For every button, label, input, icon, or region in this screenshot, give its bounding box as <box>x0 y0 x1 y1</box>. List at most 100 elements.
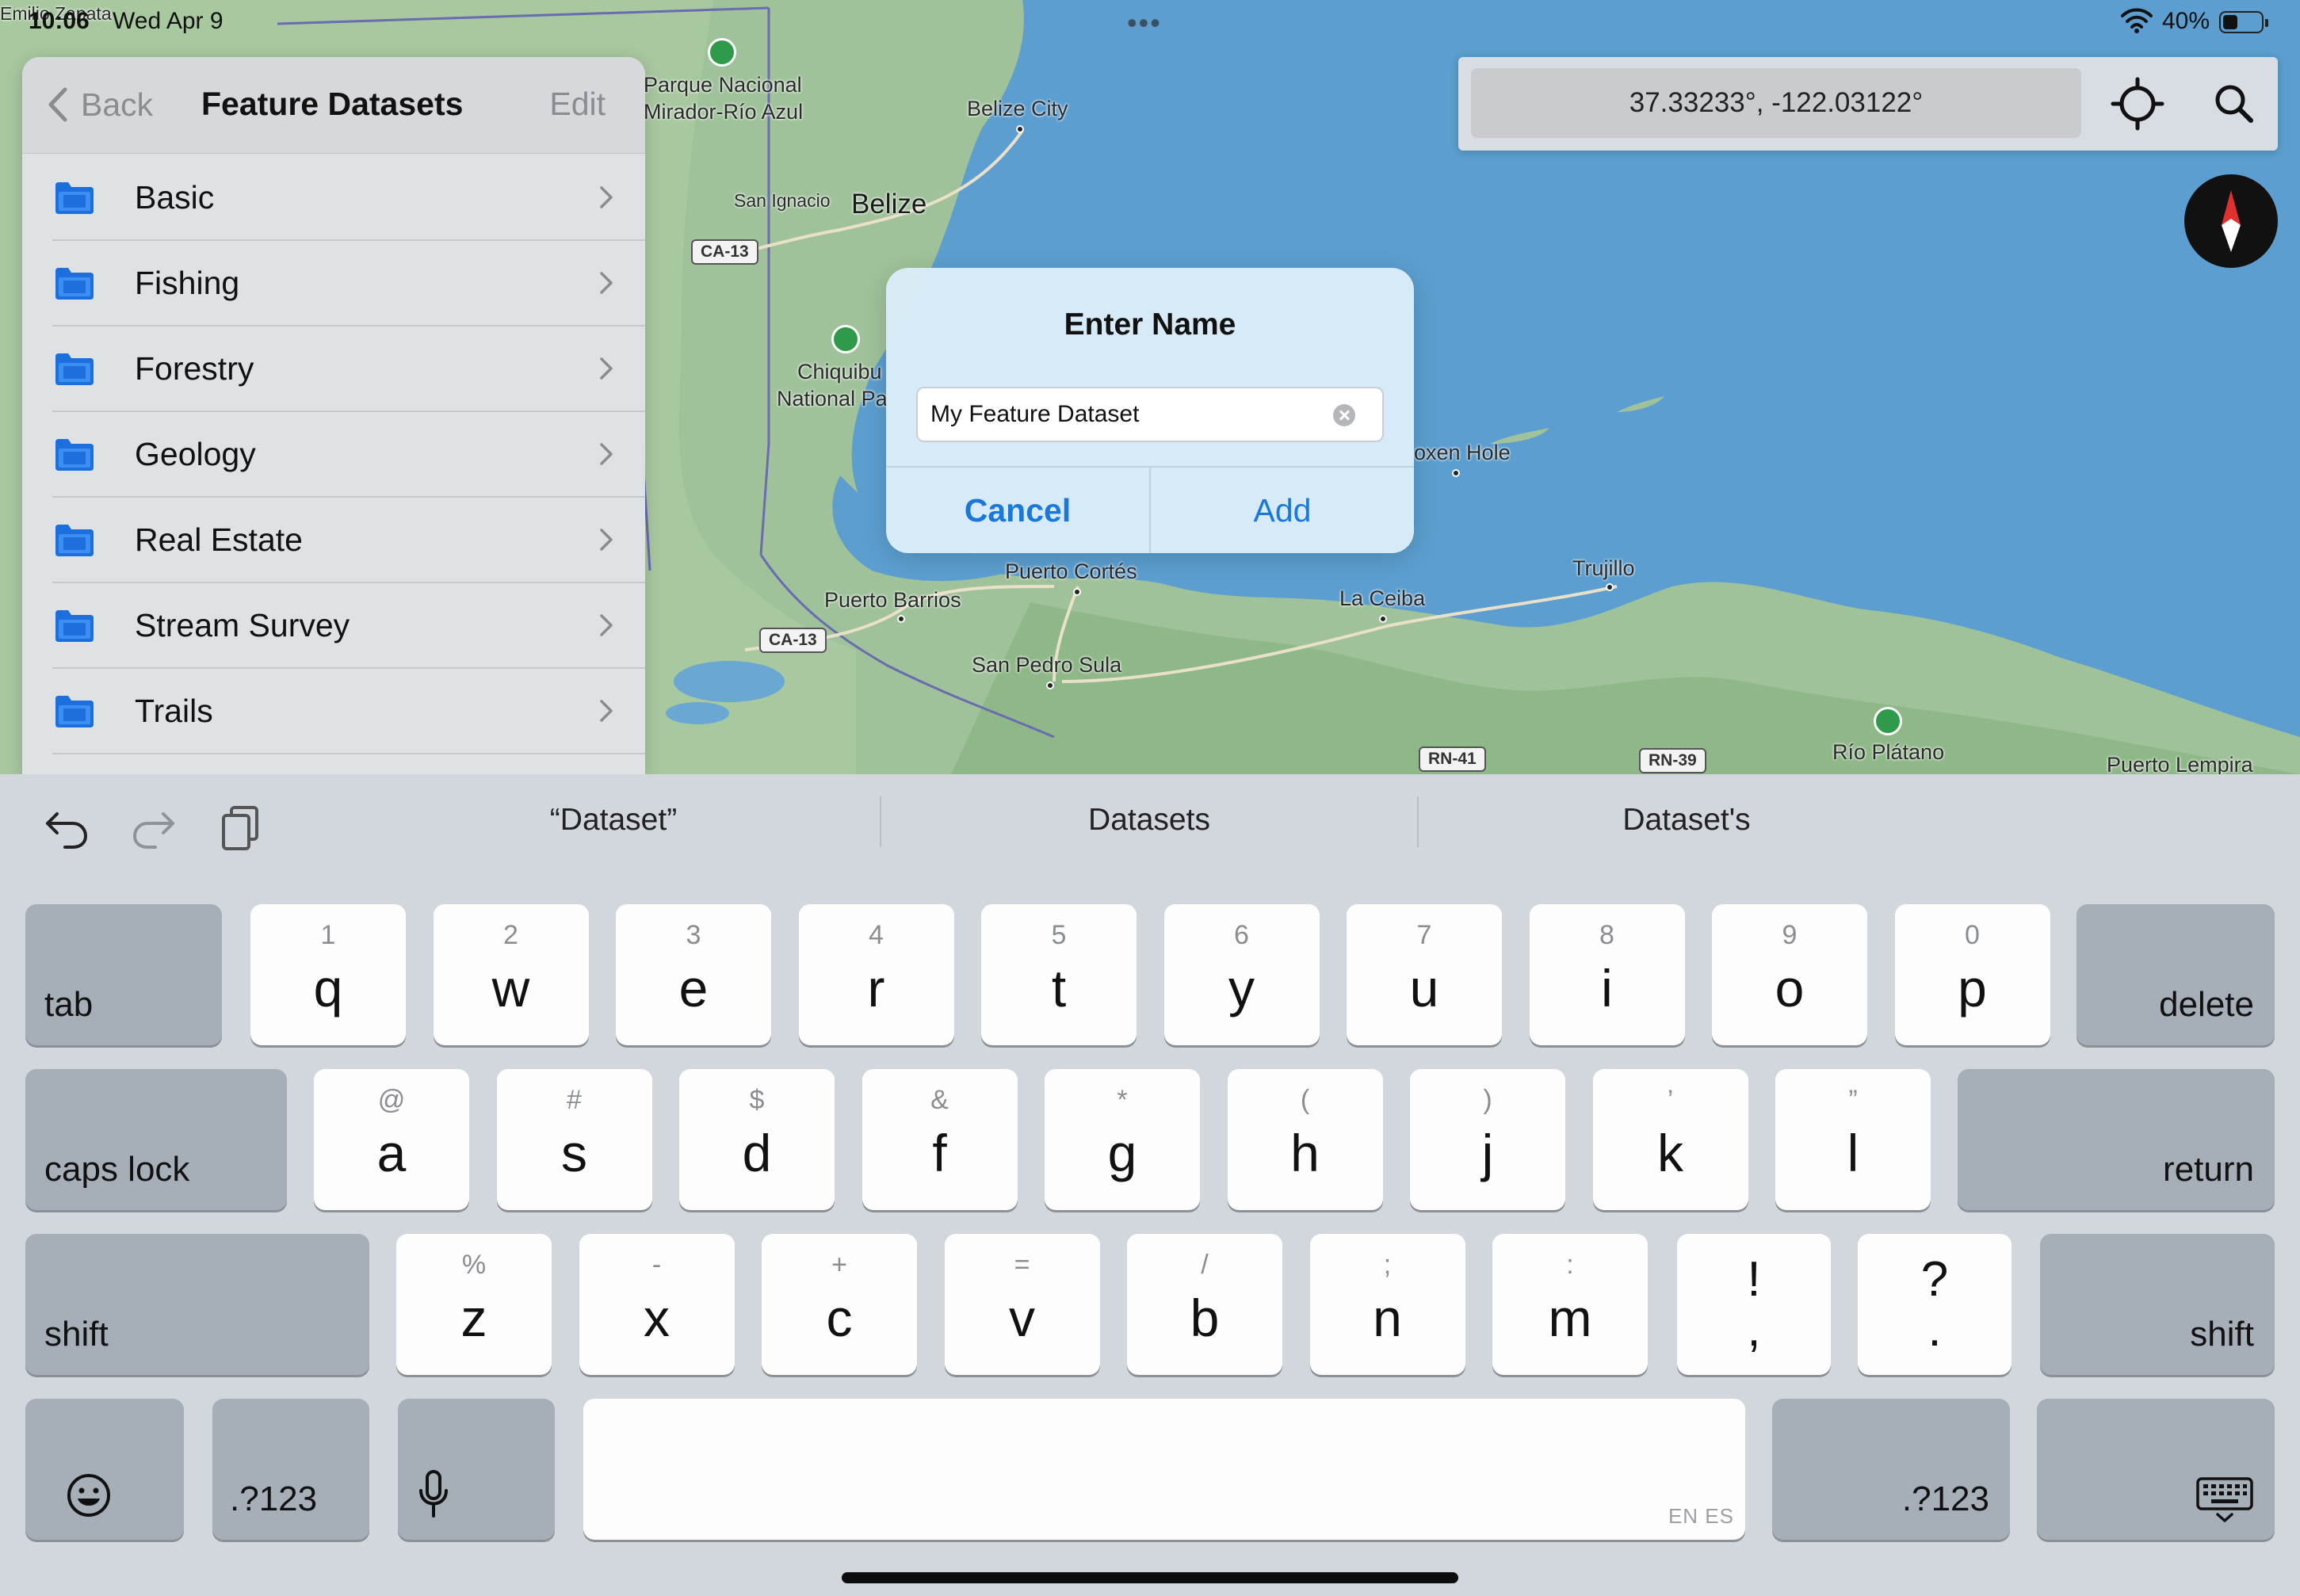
key-p[interactable]: 0p <box>1894 904 2050 1045</box>
key-v[interactable]: = v <box>944 1234 1100 1375</box>
key-f[interactable]: & f <box>862 1069 1018 1210</box>
dataset-list-item[interactable]: Basic <box>22 155 645 241</box>
panel-title: Feature Datasets <box>201 86 464 122</box>
key-u[interactable]: 7u <box>1347 904 1502 1045</box>
edit-button[interactable]: Edit <box>549 86 606 123</box>
emoji-key[interactable] <box>25 1399 184 1540</box>
multitasking-dots-icon[interactable]: ••• <box>1127 6 1162 40</box>
dataset-list-label: Fishing <box>135 265 240 301</box>
suggestion-item[interactable]: Dataset's <box>1419 774 1954 866</box>
key-l[interactable]: ” l <box>1775 1069 1931 1210</box>
delete-key[interactable]: delete <box>2076 904 2275 1045</box>
key-g[interactable]: * g <box>1045 1069 1200 1210</box>
key-n[interactable]: ; n <box>1309 1234 1465 1375</box>
key-label: .?123 <box>230 1480 318 1518</box>
space-key[interactable]: EN ES <box>583 1399 1745 1540</box>
search-icon[interactable] <box>2206 76 2262 132</box>
key-c[interactable]: + c <box>762 1234 917 1375</box>
key-hint: 1 <box>320 920 336 950</box>
key-label: e <box>678 959 709 1018</box>
paste-icon[interactable] <box>216 803 266 853</box>
key-s[interactable]: # s <box>496 1069 652 1210</box>
map-label: Puerto Lempira <box>2107 753 2253 774</box>
tab-key[interactable]: tab <box>25 904 222 1045</box>
shift-left-key[interactable]: shift <box>25 1234 369 1375</box>
key-m[interactable]: :m <box>1492 1234 1648 1375</box>
suggestion-item[interactable]: “Dataset” <box>346 774 881 866</box>
key-hint: 6 <box>1234 920 1249 950</box>
undo-icon[interactable] <box>41 803 92 853</box>
cancel-button[interactable]: Cancel <box>886 468 1149 553</box>
dataset-list-item[interactable]: Stream Survey <box>22 583 645 669</box>
battery-icon <box>2219 11 2268 33</box>
key-b[interactable]: / b <box>1127 1234 1282 1375</box>
key-hint: ’ <box>1667 1085 1674 1115</box>
key-label: ? <box>1920 1252 1949 1307</box>
dataset-list-item[interactable]: Fishing <box>22 241 645 326</box>
return-key[interactable]: return <box>1958 1069 2275 1210</box>
key-hint: ) <box>1483 1085 1492 1115</box>
map-label: Puerto Cortés <box>1005 559 1137 583</box>
key-label: u <box>1409 959 1439 1018</box>
shift-right-key[interactable]: shift <box>2040 1234 2275 1375</box>
coordinate-field[interactable]: 37.33233°, -122.03122° <box>1471 68 2081 138</box>
key-hint: : <box>1566 1250 1574 1280</box>
chevron-right-icon <box>600 529 613 551</box>
park-pin-icon[interactable] <box>831 325 860 353</box>
key-label: s <box>561 1124 587 1182</box>
dataset-list-item[interactable]: Geology <box>22 412 645 498</box>
dataset-list-item[interactable]: Forestry <box>22 326 645 412</box>
key-o[interactable]: 9o <box>1712 904 1867 1045</box>
compass-icon <box>2222 190 2241 252</box>
add-button[interactable]: Add <box>1151 468 1414 553</box>
dismiss-keyboard-key[interactable] <box>2037 1399 2275 1540</box>
compass-button[interactable] <box>2184 174 2278 268</box>
key-label: p <box>1958 959 1987 1018</box>
dataset-name-input[interactable] <box>916 387 1384 442</box>
key-hint: 7 <box>1416 920 1432 950</box>
key-e[interactable]: 3e <box>616 904 771 1045</box>
park-pin-icon[interactable] <box>1874 707 1902 735</box>
road-shield: RN-39 <box>1639 748 1706 773</box>
key-i[interactable]: 8i <box>1529 904 1685 1045</box>
numbers-key-right[interactable]: .?123 <box>1772 1399 2010 1540</box>
key-j[interactable]: ) j <box>1410 1069 1565 1210</box>
key-hint: % <box>461 1250 487 1280</box>
key-a[interactable]: @ a <box>314 1069 469 1210</box>
home-indicator[interactable] <box>842 1572 1458 1583</box>
key-w[interactable]: 2w <box>433 904 589 1045</box>
chevron-right-icon <box>600 272 613 294</box>
key-label: . <box>1927 1302 1942 1357</box>
exclamation-comma-key[interactable]: ! , <box>1677 1234 1831 1375</box>
key-r[interactable]: 4r <box>798 904 954 1045</box>
key-q[interactable]: 1q <box>250 904 406 1045</box>
map-label: San Ignacio <box>734 190 831 211</box>
clear-text-icon[interactable] <box>1333 404 1355 426</box>
back-button-label: Back <box>81 86 154 123</box>
key-k[interactable]: ’ k <box>1592 1069 1748 1210</box>
key-h[interactable]: (h <box>1227 1069 1383 1210</box>
redo-icon[interactable] <box>128 803 179 853</box>
keyboard-language-label: EN ES <box>1668 1504 1734 1528</box>
key-z[interactable]: % z <box>396 1234 552 1375</box>
dataset-list-item[interactable]: Trails <box>22 669 645 754</box>
numbers-key-left[interactable]: .?123 <box>212 1399 369 1540</box>
crosshair-icon[interactable] <box>2110 76 2165 132</box>
suggestion-item[interactable]: Datasets <box>881 774 1417 866</box>
dictation-key[interactable] <box>398 1399 555 1540</box>
key-label: .?123 <box>1901 1480 1989 1518</box>
chevron-left-icon <box>48 87 67 122</box>
key-hint: / <box>1201 1250 1209 1280</box>
map-label: National Pa <box>777 387 888 410</box>
folder-icon <box>55 439 94 471</box>
key-hint: 3 <box>686 920 701 950</box>
key-d[interactable]: $ d <box>679 1069 835 1210</box>
dataset-list-item[interactable]: Real Estate <box>22 498 645 583</box>
key-hint: ” <box>1848 1085 1858 1115</box>
back-button[interactable]: Back <box>46 81 153 128</box>
caps-lock-key[interactable]: caps lock <box>25 1069 287 1210</box>
question-period-key[interactable]: ? . <box>1858 1234 2012 1375</box>
key-x[interactable]: -x <box>579 1234 735 1375</box>
key-y[interactable]: 6y <box>1163 904 1320 1045</box>
key-t[interactable]: 5t <box>981 904 1137 1045</box>
